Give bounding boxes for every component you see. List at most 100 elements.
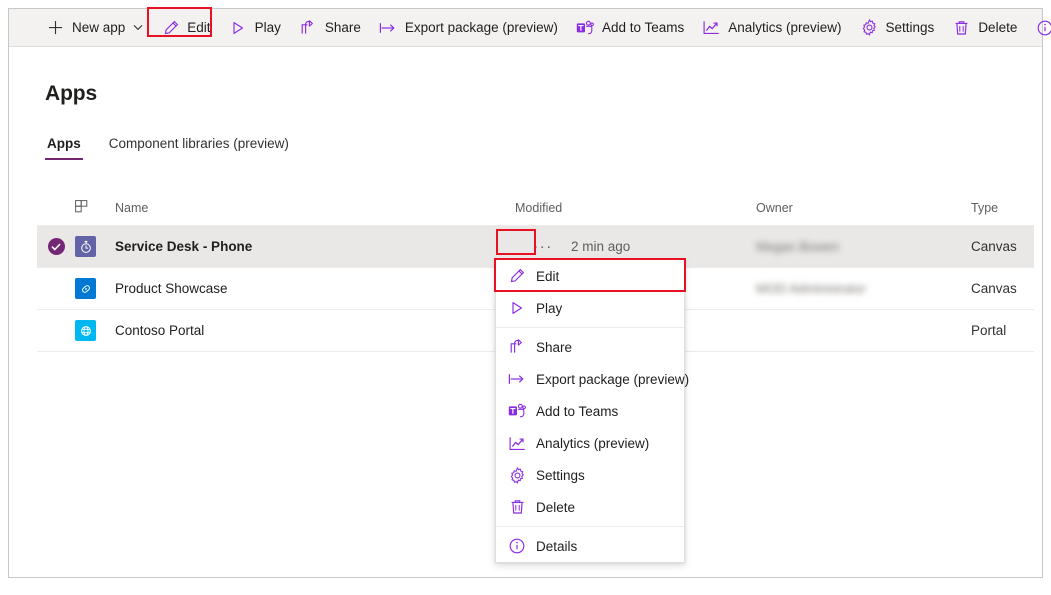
canvas-tablet-app-icon bbox=[75, 278, 96, 299]
type-value: Canvas bbox=[971, 239, 1017, 254]
info-circle-icon bbox=[1035, 18, 1051, 37]
row-modified-cell: 2 min ago bbox=[571, 239, 756, 254]
trash-icon bbox=[508, 498, 526, 516]
share-icon bbox=[299, 18, 318, 37]
command-export-package[interactable]: Export package (preview) bbox=[370, 11, 567, 45]
row-type-cell: Canvas bbox=[971, 239, 1034, 254]
command-new-app[interactable]: New app bbox=[37, 11, 152, 45]
canvas-phone-app-icon bbox=[75, 236, 96, 257]
context-menu-item-edit[interactable]: Edit bbox=[496, 260, 684, 292]
tab-apps[interactable]: Apps bbox=[45, 136, 83, 160]
context-menu-label: Details bbox=[536, 539, 577, 554]
column-options-icon bbox=[75, 200, 90, 215]
context-menu-item-share[interactable]: Share bbox=[496, 331, 684, 363]
row-select-cell[interactable] bbox=[37, 238, 75, 255]
app-name: Contoso Portal bbox=[115, 323, 204, 338]
analytics-chart-icon bbox=[702, 18, 721, 37]
command-play[interactable]: Play bbox=[220, 11, 290, 45]
row-name-cell[interactable]: Contoso Portal bbox=[115, 323, 515, 338]
share-icon bbox=[508, 338, 526, 356]
play-triangle-icon bbox=[508, 299, 526, 317]
context-menu-label: Edit bbox=[536, 269, 559, 284]
context-menu-item-settings[interactable]: Settings bbox=[496, 459, 684, 491]
export-icon bbox=[508, 370, 526, 388]
context-menu-label: Share bbox=[536, 340, 572, 355]
page-title: Apps bbox=[45, 82, 97, 106]
header-name[interactable]: Name bbox=[115, 201, 515, 215]
command-label: Share bbox=[325, 21, 361, 35]
context-menu-item-analytics[interactable]: Analytics (preview) bbox=[496, 427, 684, 459]
context-menu-item-add-to-teams[interactable]: Add to Teams bbox=[496, 395, 684, 427]
ellipsis-more-icon[interactable]: ··· bbox=[533, 239, 553, 254]
gear-icon bbox=[508, 466, 526, 484]
chevron-down-icon bbox=[133, 24, 143, 31]
table-header-row: Name Modified Owner Type bbox=[37, 190, 1034, 226]
info-circle-icon bbox=[508, 537, 526, 555]
command-details[interactable]: Details bbox=[1026, 11, 1051, 45]
owner-value-redacted: Megan Bowen bbox=[756, 239, 839, 254]
plus-icon bbox=[46, 18, 65, 37]
export-icon bbox=[379, 18, 398, 37]
teams-icon bbox=[508, 402, 526, 420]
command-delete[interactable]: Delete bbox=[943, 11, 1026, 45]
command-analytics[interactable]: Analytics (preview) bbox=[693, 11, 850, 45]
context-menu-label: Export package (preview) bbox=[536, 372, 689, 387]
command-edit[interactable]: Edit bbox=[152, 11, 219, 45]
type-value: Portal bbox=[971, 323, 1006, 338]
context-menu-item-details[interactable]: Details bbox=[496, 530, 684, 562]
command-bar: New app Edit Play bbox=[9, 9, 1042, 47]
header-modified[interactable]: Modified bbox=[515, 201, 756, 215]
row-app-icon-cell bbox=[75, 320, 115, 341]
command-label: Analytics (preview) bbox=[728, 21, 841, 35]
command-label: Add to Teams bbox=[602, 21, 684, 35]
command-label: Export package (preview) bbox=[405, 21, 558, 35]
screenshot-root: New app Edit Play bbox=[0, 0, 1051, 595]
row-name-cell[interactable]: Product Showcase bbox=[115, 281, 515, 296]
portal-app-icon bbox=[75, 320, 96, 341]
command-settings[interactable]: Settings bbox=[851, 11, 944, 45]
teams-icon bbox=[576, 18, 595, 37]
header-owner[interactable]: Owner bbox=[756, 201, 971, 215]
header-type[interactable]: Type bbox=[971, 201, 1034, 215]
row-context-menu: Edit Play Share Export package (preview) bbox=[495, 259, 685, 563]
row-type-cell: Portal bbox=[971, 323, 1034, 338]
trash-icon bbox=[952, 18, 971, 37]
context-menu-item-export-package[interactable]: Export package (preview) bbox=[496, 363, 684, 395]
tab-component-libraries[interactable]: Component libraries (preview) bbox=[107, 136, 291, 160]
modified-value: 2 min ago bbox=[571, 239, 630, 254]
command-label: New app bbox=[72, 21, 125, 35]
type-value: Canvas bbox=[971, 281, 1017, 296]
tab-label: Apps bbox=[47, 136, 81, 151]
column-options-cell[interactable] bbox=[75, 200, 115, 215]
context-menu-label: Settings bbox=[536, 468, 585, 483]
context-menu-label: Analytics (preview) bbox=[536, 436, 649, 451]
row-owner-cell: MOD Administrator bbox=[756, 281, 971, 296]
analytics-chart-icon bbox=[508, 434, 526, 452]
edit-pencil-icon bbox=[161, 18, 180, 37]
command-share[interactable]: Share bbox=[290, 11, 370, 45]
gear-icon bbox=[860, 18, 879, 37]
edit-pencil-icon bbox=[508, 267, 526, 285]
command-label: Play bbox=[255, 21, 281, 35]
row-name-cell[interactable]: Service Desk - Phone bbox=[115, 239, 515, 254]
command-label: Edit bbox=[187, 21, 210, 35]
row-more-actions-cell[interactable]: ··· bbox=[515, 239, 571, 254]
command-label: Settings bbox=[886, 21, 935, 35]
app-name: Service Desk - Phone bbox=[115, 239, 252, 254]
row-owner-cell: Megan Bowen bbox=[756, 239, 971, 254]
command-add-to-teams[interactable]: Add to Teams bbox=[567, 11, 693, 45]
app-name: Product Showcase bbox=[115, 281, 228, 296]
context-menu-item-play[interactable]: Play bbox=[496, 292, 684, 324]
context-menu-label: Delete bbox=[536, 500, 575, 515]
context-menu-separator bbox=[496, 327, 684, 328]
owner-value-redacted: MOD Administrator bbox=[756, 281, 866, 296]
context-menu-label: Add to Teams bbox=[536, 404, 618, 419]
tab-label: Component libraries (preview) bbox=[109, 136, 289, 151]
row-app-icon-cell bbox=[75, 278, 115, 299]
context-menu-item-delete[interactable]: Delete bbox=[496, 491, 684, 523]
context-menu-label: Play bbox=[536, 301, 562, 316]
pivot-tabs: Apps Component libraries (preview) bbox=[45, 136, 291, 160]
checkmark-circle-icon[interactable] bbox=[48, 238, 65, 255]
command-label: Delete bbox=[978, 21, 1017, 35]
play-triangle-icon bbox=[229, 18, 248, 37]
